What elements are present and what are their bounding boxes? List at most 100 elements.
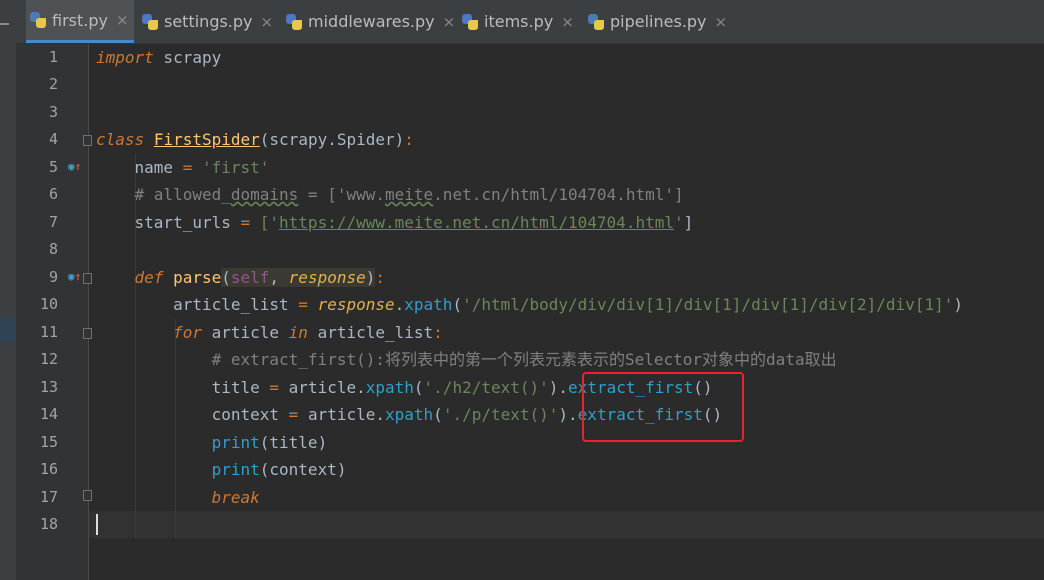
tab-label: pipelines.py	[610, 12, 707, 31]
line-number: 18	[39, 515, 58, 533]
tab-pipelines-py[interactable]: pipelines.py ×	[588, 0, 727, 43]
editor-tab-bar: first.py × settings.py × middlewares.py …	[16, 0, 1044, 44]
fold-marker-icon[interactable]	[83, 273, 92, 284]
close-icon[interactable]: ×	[116, 11, 129, 29]
python-file-icon	[142, 13, 158, 30]
override-method-icon[interactable]: ◉↑	[68, 160, 81, 173]
code-line-10[interactable]: article_list = response.xpath('/html/bod…	[96, 291, 963, 318]
close-icon[interactable]: ×	[561, 13, 574, 31]
code-text: .	[394, 295, 405, 314]
current-line-highlight	[17, 511, 1044, 538]
self-param: self	[230, 268, 270, 287]
fold-marker-icon[interactable]	[83, 328, 92, 339]
string: '	[673, 213, 684, 232]
line-number: 12	[39, 350, 58, 368]
variable: start_urls	[134, 213, 231, 232]
code-text: )	[953, 295, 963, 314]
param-ref: response	[317, 295, 395, 314]
python-file-icon	[462, 13, 478, 30]
line-number: 1	[48, 48, 58, 66]
string: ['	[259, 213, 280, 232]
method: xpath	[365, 378, 414, 397]
fold-marker-icon[interactable]	[83, 135, 92, 146]
comment-typo: domains	[230, 185, 299, 204]
close-icon[interactable]: ×	[715, 13, 728, 31]
code-line-5[interactable]: name = 'first'	[96, 154, 270, 181]
close-icon[interactable]: ×	[261, 13, 274, 31]
variable: article_list	[173, 295, 289, 314]
highlight-annotation-box	[582, 372, 744, 442]
url-link[interactable]: https://www.meite.net.cn/html/104704.htm…	[279, 213, 674, 232]
fold-marker-icon[interactable]	[83, 490, 92, 501]
class-name: FirstSpider	[153, 130, 260, 149]
string: './h2/text()'	[423, 378, 549, 397]
line-number: 14	[39, 405, 58, 423]
code-line-16[interactable]: print(context)	[96, 456, 347, 483]
operator: =	[230, 213, 260, 232]
paren: )	[365, 268, 376, 287]
code-text: article.	[307, 405, 385, 424]
builtin: print	[211, 460, 260, 479]
function-name: parse	[163, 268, 222, 287]
variable: title	[211, 378, 260, 397]
line-number: 10	[39, 295, 58, 313]
string: 'first'	[201, 158, 270, 177]
tab-label: first.py	[52, 10, 108, 30]
tab-label: settings.py	[164, 12, 253, 31]
python-file-icon	[588, 13, 604, 30]
variable: name	[134, 158, 174, 177]
comment: # extract_first():将列表中的第一个列表元素表示的Selecto…	[211, 350, 837, 369]
tab-items-py[interactable]: items.py ×	[462, 0, 574, 43]
line-number: 7	[48, 213, 58, 231]
code-line-6[interactable]: # allowed_domains = ['www.meite.net.cn/h…	[96, 181, 684, 208]
punctuation: :	[375, 268, 386, 287]
line-number: 5	[48, 158, 58, 176]
keyword: import	[96, 48, 154, 67]
line-number: 9	[48, 268, 58, 286]
code-text: (title)	[259, 433, 328, 452]
code-line-1[interactable]: import scrapy	[96, 44, 221, 71]
line-number: 2	[48, 75, 58, 93]
code-text: scrapy	[153, 48, 222, 67]
code-line-4[interactable]: class FirstSpider(scrapy.Spider):	[96, 126, 414, 153]
code-text: ).	[558, 405, 578, 424]
comment-typo: meite	[385, 185, 434, 204]
tab-settings-py[interactable]: settings.py ×	[142, 0, 273, 43]
line-number: 6	[48, 185, 58, 203]
line-number: 15	[39, 433, 58, 451]
punctuation: :	[404, 130, 414, 149]
keyword: def	[134, 268, 164, 287]
keyword: class	[96, 130, 145, 149]
param: response	[288, 268, 366, 287]
operator: =	[279, 405, 308, 424]
python-file-icon	[286, 13, 302, 30]
override-method-icon[interactable]: ◉↑	[68, 270, 81, 283]
code-line-15[interactable]: print(title)	[96, 429, 328, 456]
code-text: (scrapy.Spider)	[259, 130, 405, 149]
line-number: 11	[39, 323, 58, 341]
python-file-icon	[30, 12, 46, 28]
code-text: ).	[548, 378, 569, 397]
keyword: in	[288, 323, 308, 342]
comment: .net.cn/html/104704.html']	[433, 185, 684, 204]
line-number-gutter[interactable]: 1 2 3 4 5 6 7 8 9 10 11 12 13 14 15 16 1…	[16, 44, 92, 580]
tab-middlewares-py[interactable]: middlewares.py ×	[286, 0, 455, 43]
tab-first-py[interactable]: first.py ×	[26, 0, 134, 43]
text-cursor	[96, 514, 98, 535]
variable: article	[201, 323, 289, 342]
comment: # allowed_	[134, 185, 231, 204]
builtin: print	[211, 433, 260, 452]
keyword: break	[211, 488, 260, 507]
comment: = ['www.	[298, 185, 385, 204]
code-line-9[interactable]: def parse(self, response):	[96, 264, 385, 291]
line-number: 17	[39, 488, 58, 506]
code-line-11[interactable]: for article in article_list:	[96, 319, 443, 346]
line-number: 3	[48, 103, 58, 121]
string: '/html/body/div/div[1]/div[1]/div[1]/div…	[462, 295, 954, 314]
code-line-7[interactable]: start_urls = ['https://www.meite.net.cn/…	[96, 209, 694, 236]
code-line-17[interactable]: break	[96, 484, 260, 511]
tab-label: middlewares.py	[308, 12, 435, 31]
code-line-12[interactable]: # extract_first():将列表中的第一个列表元素表示的Selecto…	[96, 346, 837, 373]
close-icon[interactable]: ×	[443, 13, 456, 31]
tab-label: items.py	[484, 12, 554, 31]
